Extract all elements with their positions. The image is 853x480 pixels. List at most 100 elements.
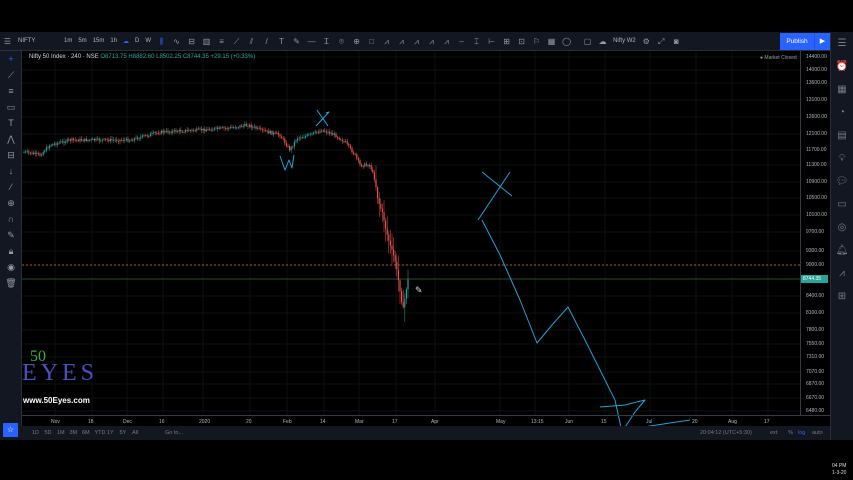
time-label: 20 bbox=[692, 419, 698, 425]
time-label: 18 bbox=[88, 419, 94, 425]
range-1m[interactable]: 1M bbox=[57, 430, 65, 436]
candle bbox=[181, 131, 183, 133]
candle bbox=[362, 166, 364, 167]
candle bbox=[25, 151, 27, 153]
candle bbox=[183, 131, 185, 133]
candle bbox=[36, 152, 38, 154]
candle bbox=[377, 187, 379, 199]
utc-clock[interactable]: 20:04:12 (UTC+5:30) bbox=[700, 430, 752, 436]
candle bbox=[135, 137, 137, 139]
candle bbox=[282, 137, 284, 139]
candle bbox=[98, 138, 100, 141]
candle bbox=[175, 130, 177, 132]
candle bbox=[271, 131, 273, 135]
candle bbox=[154, 132, 156, 134]
candle bbox=[146, 135, 148, 137]
range-1y[interactable]: 1Y bbox=[107, 430, 114, 436]
candle bbox=[143, 135, 145, 137]
candle bbox=[213, 128, 215, 130]
favorites-star-icon[interactable]: ☆ bbox=[3, 423, 18, 437]
candle bbox=[255, 126, 257, 129]
price-label: 8100.00 bbox=[806, 310, 825, 316]
candle bbox=[95, 138, 97, 141]
candle bbox=[124, 139, 126, 141]
candle bbox=[333, 133, 335, 135]
price-label: 9300.00 bbox=[806, 248, 825, 254]
range-6m[interactable]: 6M bbox=[82, 430, 90, 436]
candle bbox=[335, 133, 337, 138]
legend-high: H8882.60 bbox=[128, 54, 155, 60]
candle bbox=[381, 208, 383, 213]
candle bbox=[317, 132, 319, 133]
legend-close: C8744.35 bbox=[182, 54, 209, 60]
range-3m[interactable]: 3M bbox=[70, 430, 78, 436]
candle bbox=[316, 131, 318, 133]
time-label: Mar bbox=[355, 419, 364, 425]
candle bbox=[119, 139, 121, 142]
candle bbox=[53, 143, 55, 145]
candle bbox=[28, 151, 30, 153]
candle bbox=[340, 139, 342, 140]
candle bbox=[225, 128, 227, 129]
goto-button[interactable]: Go to... bbox=[165, 430, 183, 436]
candle bbox=[82, 140, 84, 142]
candle bbox=[109, 138, 111, 142]
price-label: 10100.00 bbox=[806, 212, 827, 218]
candle bbox=[269, 131, 271, 134]
candle bbox=[122, 140, 124, 141]
range-1d[interactable]: 1D bbox=[32, 430, 39, 436]
candle bbox=[244, 124, 246, 126]
candle bbox=[295, 140, 297, 142]
candle bbox=[373, 172, 375, 180]
price-label: 13600.00 bbox=[806, 80, 827, 86]
candle bbox=[101, 139, 103, 141]
candle bbox=[60, 141, 62, 143]
time-axis[interactable]: Nov 18 Dec 16 2020 20 Feb 14 Mar 17 Apr May 13:15 Jun… bbox=[22, 415, 830, 426]
time-label: Nov bbox=[51, 419, 60, 425]
candle bbox=[383, 212, 385, 221]
candle bbox=[404, 298, 406, 308]
candle bbox=[177, 131, 179, 133]
candle bbox=[253, 126, 255, 128]
candle bbox=[189, 130, 191, 132]
scale-ext[interactable]: ext bbox=[770, 430, 777, 436]
candle bbox=[29, 152, 31, 154]
candle bbox=[369, 165, 371, 167]
candle bbox=[292, 146, 294, 148]
candle bbox=[201, 128, 203, 131]
candle bbox=[148, 136, 150, 137]
scale-log[interactable]: log bbox=[798, 430, 805, 436]
range-ytd[interactable]: YTD bbox=[95, 430, 106, 436]
candle bbox=[161, 130, 163, 134]
os-time: 04 PM bbox=[832, 463, 847, 469]
candle bbox=[156, 132, 158, 134]
candle bbox=[209, 128, 211, 130]
candle bbox=[372, 169, 374, 173]
scale-auto[interactable]: auto bbox=[812, 430, 823, 436]
candle bbox=[361, 164, 363, 167]
range-5y[interactable]: 5Y bbox=[120, 430, 127, 436]
candle bbox=[399, 280, 401, 292]
candle bbox=[380, 203, 382, 209]
range-5d[interactable]: 5D bbox=[45, 430, 52, 436]
candle bbox=[266, 130, 268, 132]
price-label: 9000.00 bbox=[806, 262, 825, 268]
candle bbox=[103, 138, 105, 140]
logo-word: EYES bbox=[22, 360, 98, 386]
candle bbox=[108, 139, 110, 142]
price-axis[interactable]: 14400.00 14000.00 13600.00 13100.00 12600.00… bbox=[800, 51, 830, 415]
candle bbox=[41, 154, 43, 156]
candle bbox=[313, 132, 315, 134]
scale-percent[interactable]: % bbox=[788, 430, 793, 436]
candle bbox=[125, 138, 127, 140]
candle bbox=[237, 127, 239, 129]
candle bbox=[197, 128, 199, 130]
candle bbox=[309, 133, 311, 135]
range-all[interactable]: All bbox=[132, 430, 138, 436]
candle bbox=[138, 138, 140, 140]
candle bbox=[332, 133, 334, 135]
candle bbox=[85, 138, 87, 141]
last-price-tag: 8744.35 bbox=[801, 275, 828, 283]
candle bbox=[71, 138, 73, 141]
candle bbox=[26, 151, 28, 153]
